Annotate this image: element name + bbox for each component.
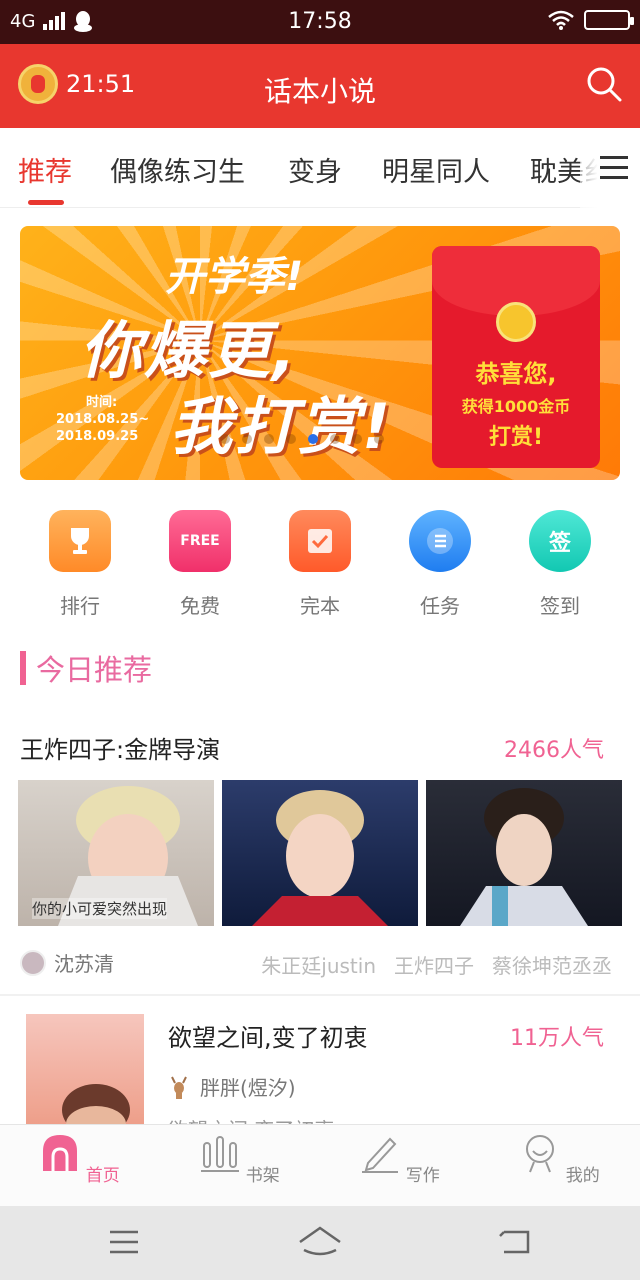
bottom-nav: 首页 书架 写作 我的 xyxy=(0,1124,640,1206)
cover-caption: 你的小可爱突然出现 xyxy=(32,898,168,919)
tab-celebrity-fanfic[interactable]: 明星同人 xyxy=(382,150,490,189)
app-title: 话本小说 xyxy=(263,75,376,108)
carousel-dot[interactable] xyxy=(308,434,318,444)
bookshelf-icon xyxy=(201,1136,240,1172)
category-tasks[interactable]: 任务 xyxy=(380,510,500,619)
carousel-dots xyxy=(220,434,384,444)
active-tab-indicator xyxy=(28,200,64,205)
app-bar: 21:51 话本小说 xyxy=(0,44,640,128)
deer-icon xyxy=(171,1076,187,1099)
popularity-count: 11万人气 xyxy=(510,1026,604,1051)
sign-in-icon-text: 签 xyxy=(548,531,571,556)
carousel-dot[interactable] xyxy=(286,434,296,444)
tab-transform[interactable]: 变身 xyxy=(288,150,342,189)
banner-headline: 开学季! xyxy=(165,254,304,300)
envelope-line2: 获得1000金币 xyxy=(461,397,571,416)
category-label: 免费 xyxy=(180,594,220,618)
author-name: 沈苏清 xyxy=(54,952,114,976)
tag-item[interactable]: 蔡徐坤范丞丞 xyxy=(492,950,612,979)
red-envelope: 恭喜您, 获得1000金币 打赏! xyxy=(432,246,600,468)
status-time: 17:58 xyxy=(288,9,352,34)
book-title: 王炸四子:金牌导演 xyxy=(20,736,221,764)
home-button-icon[interactable] xyxy=(298,1224,342,1260)
envelope-line1: 恭喜您, xyxy=(475,360,557,388)
battery-icon xyxy=(584,10,634,30)
nav-home[interactable]: 首页 xyxy=(30,1133,130,1186)
carousel-dot[interactable] xyxy=(264,434,274,444)
category-label: 完本 xyxy=(300,594,340,618)
free-sign-text: FREE xyxy=(180,533,220,549)
tab-idol-trainee[interactable]: 偶像练习生 xyxy=(110,150,245,189)
category-tabs: 推荐 偶像练习生 变身 明星同人 耽美纟 xyxy=(0,128,640,208)
carousel-dot[interactable] xyxy=(242,434,252,444)
back-icon[interactable] xyxy=(498,1224,532,1260)
avatar xyxy=(20,949,46,976)
banner-dates: 时间: 2018.08.25~ 2018.09.25 xyxy=(56,394,149,445)
carousel-dot[interactable] xyxy=(374,434,384,444)
banner-date-start: 2018.08.25~ xyxy=(56,412,150,427)
menu-icon[interactable] xyxy=(108,1224,140,1260)
book-title: 欲望之间,变了初衷 xyxy=(168,1024,368,1052)
nav-profile[interactable]: 我的 xyxy=(510,1133,610,1186)
category-free[interactable]: FREE 免费 xyxy=(140,510,260,619)
system-nav-bar xyxy=(0,1206,640,1280)
cover-image-3 xyxy=(426,780,622,926)
book-cover xyxy=(26,1014,144,1124)
category-label: 任务 xyxy=(420,594,460,618)
category-label: 签到 xyxy=(540,594,580,618)
gold-coin-icon xyxy=(496,302,536,342)
section-title: 今日推荐 xyxy=(36,653,153,687)
tag-item[interactable]: 朱正廷justin xyxy=(261,950,376,979)
profile-icon xyxy=(526,1135,555,1173)
free-sign-icon: FREE xyxy=(169,510,231,572)
author-name: 胖胖(煜汐) xyxy=(200,1076,296,1100)
tag-item[interactable]: 王炸四子 xyxy=(394,950,474,979)
tab-menu-icon[interactable] xyxy=(580,128,640,208)
nav-bookshelf[interactable]: 书架 xyxy=(190,1133,290,1186)
envelope-line3: 打赏! xyxy=(488,425,544,450)
banner-line2: 我打赏! xyxy=(170,390,393,463)
home-icon xyxy=(43,1135,78,1171)
section-accent-bar xyxy=(20,651,26,685)
trophy-icon xyxy=(49,510,111,572)
status-bar: 4G 17:58 xyxy=(0,0,640,44)
nav-label: 写作 xyxy=(405,1166,440,1186)
status-right xyxy=(548,10,634,30)
quick-categories: 排行 FREE 免费 完本 任务 签 签到 xyxy=(0,510,640,620)
section-header: 今日推荐 xyxy=(20,648,152,688)
list-icon xyxy=(409,510,471,572)
tag-list: 朱正廷justin 王炸四子 蔡徐坤范丞丞 xyxy=(261,950,612,979)
nav-label: 我的 xyxy=(565,1166,600,1186)
category-label: 排行 xyxy=(60,594,100,618)
cover-image-1: 你的小可爱突然出现 xyxy=(18,780,214,926)
pencil-icon xyxy=(362,1137,399,1173)
carousel-dot[interactable] xyxy=(220,434,230,444)
banner-date-label: 时间: xyxy=(86,395,118,410)
category-signin[interactable]: 签 签到 xyxy=(500,510,620,619)
nav-label: 首页 xyxy=(85,1166,120,1186)
carousel-dot[interactable] xyxy=(330,434,340,444)
category-completed[interactable]: 完本 xyxy=(260,510,380,619)
wifi-icon xyxy=(548,10,574,30)
tab-recommend[interactable]: 推荐 xyxy=(18,150,72,189)
carousel-dot[interactable] xyxy=(352,434,362,444)
category-ranking[interactable]: 排行 xyxy=(20,510,140,619)
nav-label: 书架 xyxy=(245,1166,280,1186)
author-info[interactable]: 沈苏清 xyxy=(20,948,114,977)
popularity-count: 2466人气 xyxy=(504,738,604,763)
banner-date-end: 2018.09.25 xyxy=(56,429,139,444)
author-info[interactable]: 胖胖(煜汐) xyxy=(168,1072,296,1101)
check-book-icon xyxy=(289,510,351,572)
nav-writing[interactable]: 写作 xyxy=(350,1133,450,1186)
search-icon[interactable] xyxy=(586,66,622,102)
envelope-text: 恭喜您, 获得1000金币 打赏! xyxy=(432,354,600,451)
card-divider xyxy=(0,994,640,996)
sign-in-icon: 签 xyxy=(529,510,591,572)
cover-image-2 xyxy=(222,780,418,926)
